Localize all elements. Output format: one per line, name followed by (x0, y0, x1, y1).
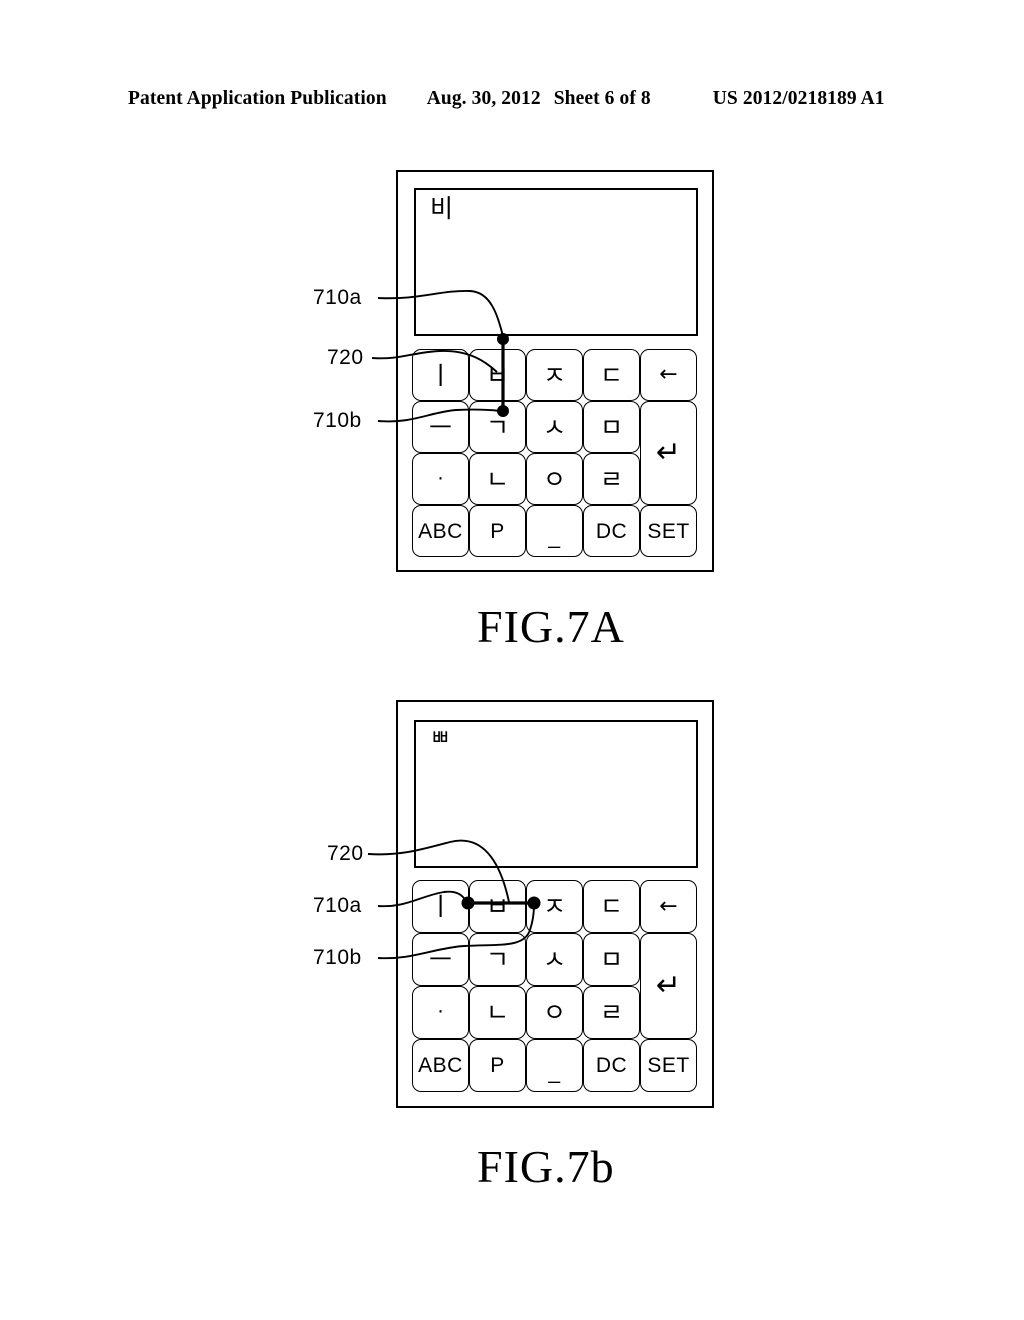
ref-label-720-7b: 720 (327, 842, 364, 865)
key-7a-6[interactable]: ㄱ (469, 401, 526, 453)
key-label: ㄹ (599, 998, 623, 1027)
key-7b-0[interactable]: ㅣ (412, 880, 469, 933)
display-screen-7b: ㅃ (414, 720, 698, 868)
key-7b-14-abc[interactable]: ABC (412, 1039, 469, 1092)
ref-label-710b-7b: 710b (313, 946, 362, 969)
key-7a-2[interactable]: ㅈ (526, 349, 583, 401)
key-7b-10[interactable]: · (412, 986, 469, 1039)
key-7b-17-dc[interactable]: DC (583, 1039, 640, 1092)
key-7a-7[interactable]: ㅅ (526, 401, 583, 453)
key-7a-3[interactable]: ㄷ (583, 349, 640, 401)
display-text-7a: 비 (430, 194, 454, 223)
enter-icon: ↵ (655, 968, 682, 1003)
key-7b-18-set[interactable]: SET (640, 1039, 697, 1092)
key-label: ㄱ (485, 412, 509, 442)
key-7a-11[interactable]: ㄴ (469, 453, 526, 505)
key-label: _ (548, 1061, 561, 1084)
key-label: ㅁ (599, 412, 623, 442)
key-label: · (437, 467, 444, 490)
key-label: ㅇ (542, 464, 566, 494)
enter-icon: ↵ (655, 435, 682, 470)
figure-caption-7b: FIG.7b (477, 1141, 615, 1192)
key-7b-2[interactable]: ㅈ (526, 880, 583, 933)
key-label: ㄴ (485, 998, 509, 1027)
ref-label-710a-7a: 710a (313, 286, 362, 309)
key-label: ㅅ (542, 412, 566, 442)
key-7b-1[interactable]: ㅂ (469, 880, 526, 933)
key-label: ㅅ (542, 945, 566, 974)
key-label: ㅂ (485, 360, 509, 390)
ref-label-720-7a: 720 (327, 346, 364, 369)
key-7b-5[interactable]: ㅡ (412, 933, 469, 986)
key-label: SET (647, 1054, 690, 1077)
key-7a-9-enter[interactable]: ↵ (640, 401, 697, 505)
key-7b-12[interactable]: ㅇ (526, 986, 583, 1039)
key-label: ㄱ (485, 945, 509, 974)
figure-7b: ㅃ ㅣ ㅂ ㅈ ㄷ ← ㅡ ㄱ ㅅ ㅁ ↵ · ㄴ ㅇ ㄹ ABC P _ DC… (0, 530, 1024, 1200)
key-7b-9-enter[interactable]: ↵ (640, 933, 697, 1039)
key-7b-4-backspace[interactable]: ← (640, 880, 697, 933)
key-7b-16-space[interactable]: _ (526, 1039, 583, 1092)
key-label: ABC (418, 1054, 463, 1077)
key-7a-4-backspace[interactable]: ← (640, 349, 697, 401)
key-7a-10[interactable]: · (412, 453, 469, 505)
ref-label-710a-7b: 710a (313, 894, 362, 917)
display-text-7b: ㅃ (430, 726, 451, 751)
key-label: ㅡ (428, 412, 452, 442)
key-label: ㅣ (428, 360, 452, 390)
key-7b-8[interactable]: ㅁ (583, 933, 640, 986)
key-7b-3[interactable]: ㄷ (583, 880, 640, 933)
key-label: ㄷ (599, 892, 623, 921)
key-7b-7[interactable]: ㅅ (526, 933, 583, 986)
display-screen-7a: 비 (414, 188, 698, 336)
key-7b-13[interactable]: ㄹ (583, 986, 640, 1039)
key-7a-1[interactable]: ㅂ (469, 349, 526, 401)
key-label: ㅇ (542, 998, 566, 1027)
key-7a-8[interactable]: ㅁ (583, 401, 640, 453)
key-label: DC (595, 1054, 628, 1077)
key-7a-13[interactable]: ㄹ (583, 453, 640, 505)
key-label: ㅡ (428, 945, 452, 974)
key-7b-15-p[interactable]: P (469, 1039, 526, 1092)
key-label: ㅈ (542, 892, 566, 921)
key-label: ㄹ (599, 464, 623, 494)
key-label: ㅂ (485, 892, 509, 921)
key-label: ㄴ (485, 464, 509, 494)
key-label: P (490, 1054, 505, 1077)
key-label: ㅈ (542, 360, 566, 390)
key-7b-11[interactable]: ㄴ (469, 986, 526, 1039)
key-7a-5[interactable]: ㅡ (412, 401, 469, 453)
key-label: · (437, 1001, 444, 1023)
backspace-icon: ← (659, 362, 678, 387)
key-7b-6[interactable]: ㄱ (469, 933, 526, 986)
backspace-icon: ← (659, 893, 678, 919)
key-7a-0[interactable]: ㅣ (412, 349, 469, 401)
ref-label-710b-7a: 710b (313, 409, 362, 432)
key-label: ㅁ (599, 945, 623, 974)
key-7a-12[interactable]: ㅇ (526, 453, 583, 505)
key-label: ㅣ (428, 892, 452, 921)
key-label: ㄷ (599, 360, 623, 390)
